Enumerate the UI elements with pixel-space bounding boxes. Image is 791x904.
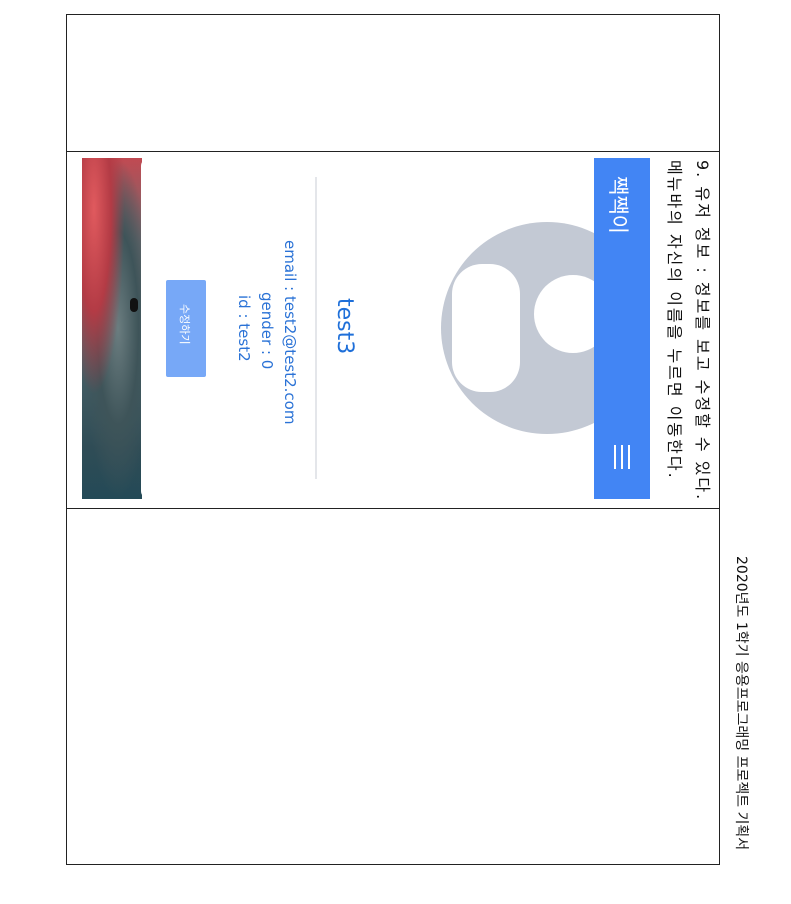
app-bar: 짹짹이 [594, 158, 650, 499]
table-row-divider [66, 508, 720, 509]
profile-card [141, 158, 650, 499]
app-title[interactable]: 짹짹이 [604, 176, 634, 234]
step-description: 9. 유저 정보 : 정보를 보고 수정할 수 있다. [693, 160, 712, 502]
background-figure [130, 298, 138, 312]
hamburger-icon[interactable] [614, 445, 630, 469]
profile-gender: gender : 0 [258, 292, 276, 370]
profile-email: email : test2@test2.com [281, 240, 299, 425]
profile-divider [315, 177, 317, 479]
table-row-divider [66, 151, 720, 152]
document-footer: 2020년도 1학기 응용프로그래밍 프로젝트 기획서 [733, 556, 749, 851]
step-subdescription: 메뉴바의 자신의 이름을 누르면 이동한다. [665, 160, 684, 480]
avatar-body-shape [452, 264, 520, 392]
profile-name: test3 [332, 298, 357, 355]
app-screenshot: test3 email : test2@test2.com gender : 0… [82, 158, 650, 499]
edit-profile-label: 수정하기 [178, 304, 191, 345]
background-image [82, 158, 142, 499]
profile-id: id : test2 [235, 295, 253, 362]
edit-profile-button[interactable]: 수정하기 [166, 280, 206, 377]
